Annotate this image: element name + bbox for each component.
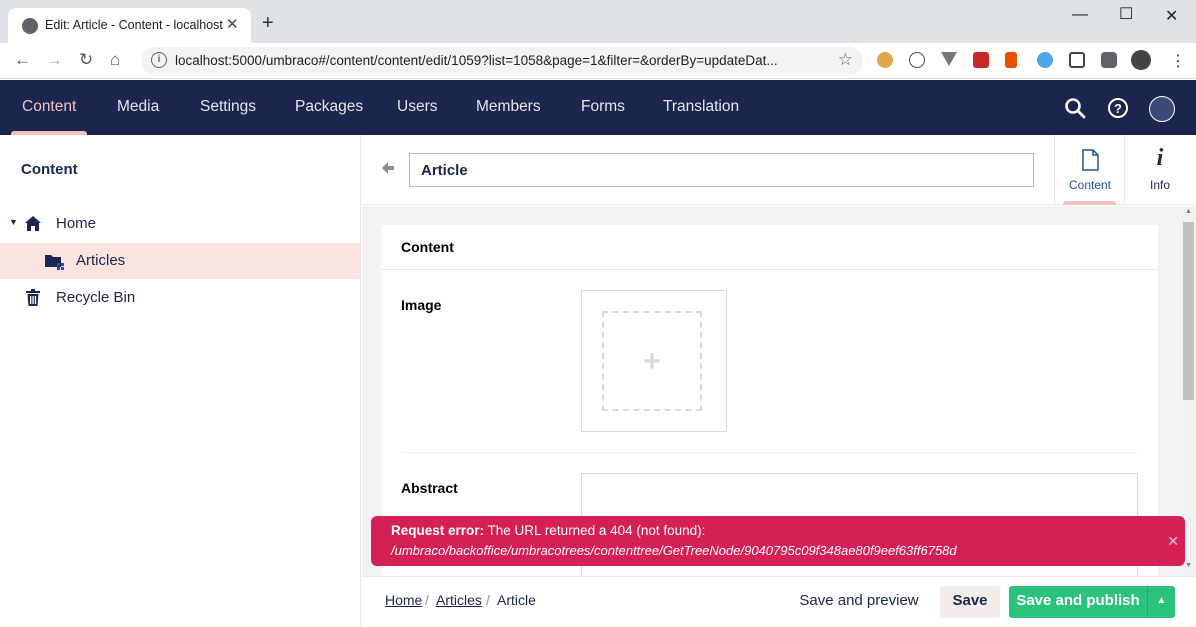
section-settings[interactable]: Settings (200, 98, 256, 116)
media-picker[interactable]: + (581, 290, 727, 432)
lastpass-extension-icon[interactable] (973, 52, 989, 68)
reload-icon[interactable]: ↻ (79, 50, 93, 70)
back-arrow-icon[interactable]: ← (14, 50, 31, 70)
tree-item-label: Recycle Bin (56, 289, 136, 306)
section-forms[interactable]: Forms (581, 98, 625, 116)
screenshot-extension-icon[interactable] (1069, 52, 1085, 68)
save-and-preview-button[interactable]: Save and preview (788, 586, 930, 618)
search-icon[interactable] (1064, 97, 1086, 119)
notification-message: Request error: The URL returned a 404 (n… (391, 523, 705, 538)
tab-title: Edit: Article - Content - localhost (45, 18, 223, 32)
save-and-publish-button[interactable]: Save and publish (1009, 586, 1147, 618)
section-members[interactable]: Members (476, 98, 541, 116)
bookmark-star-icon[interactable]: ☆ (838, 50, 853, 70)
folder-icon (44, 253, 64, 270)
content-tree: Content ▼ Home Articles Recycle Bin (0, 135, 361, 627)
globe-icon (22, 18, 38, 34)
save-button[interactable]: Save (940, 586, 1000, 618)
property-label-image: Image (401, 297, 442, 313)
tree-item-home[interactable]: ▼ Home (0, 206, 360, 242)
tree-item-label: Home (56, 215, 97, 232)
property-divider (401, 452, 1138, 453)
property-group-header: Content (381, 225, 1158, 270)
media-picker-dropzone[interactable]: + (602, 311, 702, 411)
minimize-icon[interactable]: — (1072, 6, 1088, 24)
notification-strong: Request error: (391, 523, 485, 538)
section-media[interactable]: Media (117, 98, 159, 116)
app-content-tab[interactable]: Content (1054, 135, 1124, 205)
browser-tab-bar: Edit: Article - Content - localhost ✕ + … (0, 0, 1196, 43)
node-name-input[interactable] (409, 153, 1034, 187)
breadcrumb-separator: / (486, 592, 490, 608)
property-label-abstract: Abstract (401, 480, 458, 496)
cloud-extension-icon[interactable] (1037, 52, 1053, 68)
caret-down-icon[interactable]: ▼ (9, 217, 18, 227)
browser-tab[interactable]: Edit: Article - Content - localhost ✕ (8, 8, 251, 43)
document-icon (1055, 149, 1125, 171)
app-header: Content Media Settings Packages Users Me… (0, 80, 1196, 135)
devtools-extension-icon[interactable] (909, 52, 925, 68)
active-app-indicator (1063, 201, 1116, 205)
window-close-icon[interactable]: ✕ (1165, 6, 1178, 26)
site-info-icon[interactable]: i (151, 52, 167, 68)
back-arrow-icon[interactable] (380, 160, 396, 176)
profile-avatar[interactable] (1131, 50, 1151, 70)
app-label: Content (1068, 178, 1112, 192)
tab-close-icon[interactable]: ✕ (226, 15, 239, 33)
trash-icon (25, 289, 41, 307)
forward-arrow-icon[interactable]: → (46, 50, 63, 70)
address-bar[interactable]: i localhost:5000/umbraco#/content/conten… (141, 47, 863, 75)
svg-text:?: ? (1114, 101, 1122, 116)
tree-item-label: Articles (76, 252, 126, 269)
notification-detail: /umbraco/backoffice/umbracotrees/content… (391, 543, 957, 558)
section-translation[interactable]: Translation (663, 98, 739, 116)
section-content[interactable]: Content (22, 98, 76, 116)
info-icon: i (1156, 145, 1164, 171)
user-avatar[interactable] (1149, 96, 1175, 122)
breadcrumb-home[interactable]: Home (385, 592, 422, 608)
section-packages[interactable]: Packages (295, 98, 363, 116)
extensions-puzzle-icon[interactable] (1101, 52, 1117, 68)
home-page-icon[interactable]: ⌂ (110, 50, 120, 70)
scroll-up-icon[interactable]: ▲ (1185, 208, 1192, 215)
new-tab-icon[interactable]: + (262, 13, 274, 33)
close-icon[interactable]: ✕ (1167, 533, 1179, 550)
tree-item-recycle-bin[interactable]: Recycle Bin (0, 280, 360, 316)
url-text[interactable]: localhost:5000/umbraco#/content/content/… (175, 53, 825, 68)
group-title: Content (401, 239, 454, 255)
notification-text: The URL returned a 404 (not found): (487, 523, 706, 538)
vue-extension-icon[interactable] (941, 52, 957, 66)
maximize-icon[interactable]: ☐ (1119, 4, 1133, 24)
tree-item-articles[interactable]: Articles (0, 243, 360, 279)
browser-menu-icon[interactable]: ⋮ (1170, 51, 1186, 71)
breadcrumb-articles[interactable]: Articles (436, 592, 482, 608)
lighthouse-extension-icon[interactable] (1005, 52, 1017, 68)
scrollbar-thumb[interactable] (1183, 222, 1194, 400)
home-icon (24, 215, 42, 232)
breadcrumb-separator: / (425, 592, 429, 608)
breadcrumb-current: Article (497, 592, 536, 608)
help-icon[interactable]: ? (1107, 97, 1129, 119)
error-notification: Request error: The URL returned a 404 (n… (371, 516, 1185, 566)
app-info-tab[interactable]: i Info (1124, 135, 1194, 205)
publish-options-caret-icon[interactable]: ▲ (1147, 586, 1175, 618)
cookie-extension-icon[interactable] (877, 52, 893, 68)
section-users[interactable]: Users (397, 98, 437, 116)
plus-icon: + (643, 345, 661, 378)
app-label: Info (1149, 178, 1170, 192)
scroll-down-icon[interactable]: ▼ (1185, 562, 1192, 569)
tree-title: Content (21, 161, 78, 178)
